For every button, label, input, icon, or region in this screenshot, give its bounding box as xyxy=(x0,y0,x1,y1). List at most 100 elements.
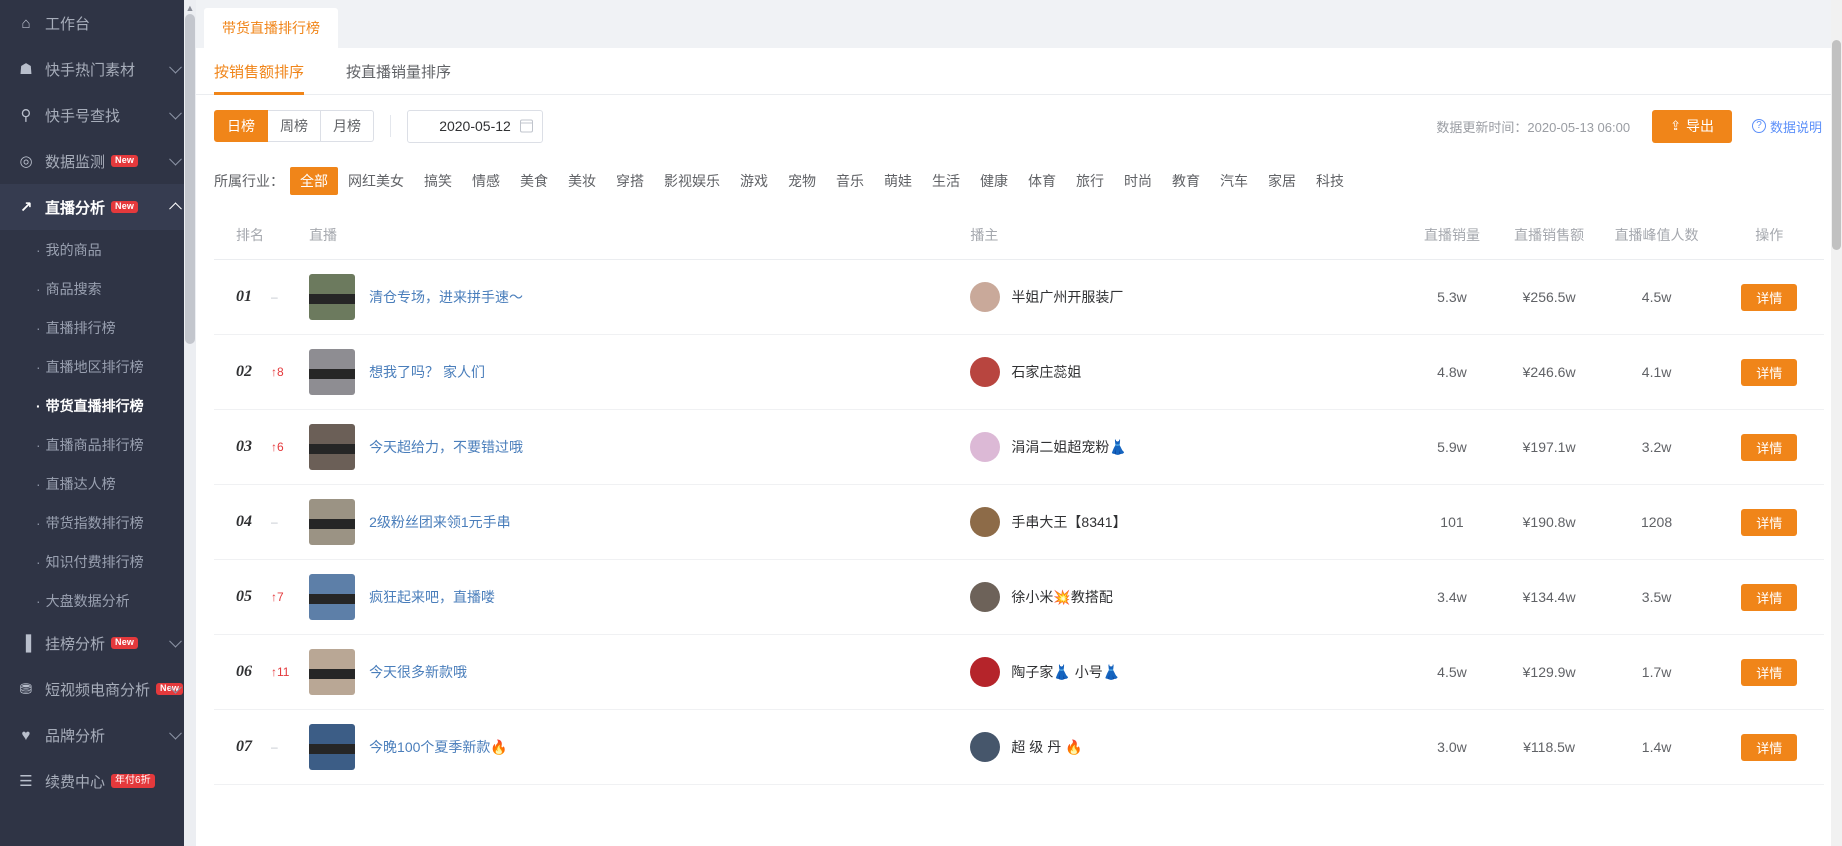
industry-item-6[interactable]: 穿搭 xyxy=(606,167,654,195)
live-thumbnail[interactable] xyxy=(309,724,356,770)
industry-item-7[interactable]: 影视娱乐 xyxy=(654,167,730,195)
live-title-link[interactable]: 疯狂起来吧，直播喽 xyxy=(369,587,495,607)
host-avatar[interactable] xyxy=(970,507,1001,537)
industry-item-16[interactable]: 时尚 xyxy=(1114,167,1162,195)
live-title-link[interactable]: 2级粉丝团来领1元手串 xyxy=(369,512,511,532)
sort-tab-1[interactable]: 按直播销量排序 xyxy=(346,48,451,95)
industry-item-4[interactable]: 美食 xyxy=(510,167,558,195)
period-button-0[interactable]: 日榜 xyxy=(214,110,268,142)
live-title-link[interactable]: 想我了吗？ 家人们 xyxy=(369,362,485,382)
col-header-live[interactable]: 直播 xyxy=(309,211,971,260)
sidebar-scrollbar[interactable]: ▲ xyxy=(184,0,196,846)
chevron-down-icon[interactable] xyxy=(169,60,182,74)
sidebar-group-0[interactable]: ⌂ 工作台 xyxy=(0,0,196,46)
host-name-link[interactable]: 徐小米💥教搭配 xyxy=(1011,587,1112,607)
live-title-link[interactable]: 今天很多新款哦 xyxy=(369,662,467,682)
host-avatar[interactable] xyxy=(970,432,1001,462)
sidebar-sub-item-8[interactable]: · 知识付费排行榜 xyxy=(0,542,196,581)
detail-button[interactable]: 详情 xyxy=(1741,508,1798,536)
live-title-link[interactable]: 今天超给力，不要错过哦 xyxy=(369,437,523,457)
sidebar-group-bottom-0[interactable]: ▐ 挂榜分析 New xyxy=(0,620,196,666)
host-avatar[interactable] xyxy=(970,582,1001,612)
date-picker[interactable]: 2020-05-12 xyxy=(407,109,543,143)
export-button[interactable]: ⇪ 导出 xyxy=(1652,109,1732,143)
live-thumbnail[interactable] xyxy=(309,649,356,695)
host-name-link[interactable]: 手串大王【8341】 xyxy=(1011,512,1126,532)
col-header-volume[interactable]: 直播销量 xyxy=(1404,211,1500,260)
sidebar-sub-item-1[interactable]: · 商品搜索 xyxy=(0,269,196,308)
sidebar-group-bottom-3[interactable]: ☰ 续费中心 年付6折 xyxy=(0,758,196,804)
live-thumbnail[interactable] xyxy=(309,349,356,395)
sidebar-group-1[interactable]: ☗ 快手热门素材 xyxy=(0,46,196,92)
sidebar-sub-item-6[interactable]: · 直播达人榜 xyxy=(0,464,196,503)
sidebar-scrollbar-thumb[interactable] xyxy=(185,14,195,344)
page-tab-dai-huo-ranking[interactable]: 带货直播排行榜 xyxy=(204,8,338,48)
industry-item-5[interactable]: 美妆 xyxy=(558,167,606,195)
period-button-2[interactable]: 月榜 xyxy=(321,110,374,142)
live-thumbnail[interactable] xyxy=(309,574,356,620)
host-avatar[interactable] xyxy=(970,657,1001,687)
industry-item-15[interactable]: 旅行 xyxy=(1066,167,1114,195)
industry-item-0[interactable]: 全部 xyxy=(290,167,338,195)
col-header-peak[interactable]: 直播峰值人数 xyxy=(1598,211,1715,260)
page-scrollbar[interactable] xyxy=(1831,0,1842,846)
chevron-down-icon[interactable] xyxy=(169,106,182,120)
sidebar-group-4[interactable]: ↗ 直播分析 New xyxy=(0,184,196,230)
sidebar-group-2[interactable]: ⚲ 快手号查找 xyxy=(0,92,196,138)
col-header-host[interactable]: 播主 xyxy=(970,211,1405,260)
sidebar-group-3[interactable]: ◎ 数据监测 New xyxy=(0,138,196,184)
sidebar-sub-item-7[interactable]: · 带货指数排行榜 xyxy=(0,503,196,542)
sidebar-sub-item-0[interactable]: · 我的商品 xyxy=(0,230,196,269)
host-avatar[interactable] xyxy=(970,732,1001,762)
host-name-link[interactable]: 陶子家👗 小号👗 xyxy=(1011,662,1120,682)
detail-button[interactable]: 详情 xyxy=(1741,283,1798,311)
live-title-link[interactable]: 清仓专场，进来拼手速～ xyxy=(369,287,523,307)
col-header-rank[interactable]: 排名 xyxy=(214,211,310,260)
detail-button[interactable]: 详情 xyxy=(1741,433,1798,461)
industry-item-1[interactable]: 网红美女 xyxy=(338,167,414,195)
host-name-link[interactable]: 超 级 丹 🔥 xyxy=(1011,737,1082,757)
industry-item-20[interactable]: 科技 xyxy=(1306,167,1354,195)
chevron-down-icon[interactable] xyxy=(169,726,182,740)
industry-item-2[interactable]: 搞笑 xyxy=(414,167,462,195)
sidebar-sub-item-3[interactable]: · 直播地区排行榜 xyxy=(0,347,196,386)
detail-button[interactable]: 详情 xyxy=(1741,658,1798,686)
host-name-link[interactable]: 涓涓二姐超宠粉👗 xyxy=(1011,437,1126,457)
page-scrollbar-thumb[interactable] xyxy=(1832,40,1841,250)
industry-item-14[interactable]: 体育 xyxy=(1018,167,1066,195)
host-name-link[interactable]: 石家庄蕊姐 xyxy=(1011,362,1081,382)
live-title-link[interactable]: 今晚100个夏季新款🔥 xyxy=(369,737,508,757)
detail-button[interactable]: 详情 xyxy=(1741,733,1798,761)
sidebar-sub-item-9[interactable]: · 大盘数据分析 xyxy=(0,581,196,620)
industry-item-11[interactable]: 萌娃 xyxy=(874,167,922,195)
sidebar-group-bottom-1[interactable]: ⛃ 短视频电商分析 New xyxy=(0,666,196,712)
industry-item-18[interactable]: 汽车 xyxy=(1210,167,1258,195)
chevron-down-icon[interactable] xyxy=(169,152,182,166)
industry-item-13[interactable]: 健康 xyxy=(970,167,1018,195)
chevron-up-icon[interactable] xyxy=(169,202,182,216)
host-name-link[interactable]: 半姐广州开服装厂 xyxy=(1011,287,1123,307)
industry-item-17[interactable]: 教育 xyxy=(1162,167,1210,195)
sidebar-sub-item-2[interactable]: · 直播排行榜 xyxy=(0,308,196,347)
sort-tab-0[interactable]: 按销售额排序 xyxy=(214,48,305,95)
sidebar-sub-item-4[interactable]: · 带货直播排行榜 xyxy=(0,386,196,425)
chevron-down-icon[interactable] xyxy=(169,634,182,648)
scroll-up-arrow[interactable]: ▲ xyxy=(185,2,195,14)
industry-item-9[interactable]: 宠物 xyxy=(778,167,826,195)
industry-item-19[interactable]: 家居 xyxy=(1258,167,1306,195)
live-thumbnail[interactable] xyxy=(309,424,356,470)
host-avatar[interactable] xyxy=(970,357,1001,387)
industry-item-3[interactable]: 情感 xyxy=(462,167,510,195)
col-header-amount[interactable]: 直播销售额 xyxy=(1499,211,1599,260)
live-thumbnail[interactable] xyxy=(309,499,356,545)
data-description-link[interactable]: ? 数据说明 xyxy=(1751,117,1822,136)
industry-item-10[interactable]: 音乐 xyxy=(826,167,874,195)
industry-item-12[interactable]: 生活 xyxy=(922,167,970,195)
detail-button[interactable]: 详情 xyxy=(1741,583,1798,611)
sidebar-group-bottom-2[interactable]: ♥ 品牌分析 xyxy=(0,712,196,758)
live-thumbnail[interactable] xyxy=(309,274,356,320)
industry-item-8[interactable]: 游戏 xyxy=(730,167,778,195)
sidebar-sub-item-5[interactable]: · 直播商品排行榜 xyxy=(0,425,196,464)
period-button-1[interactable]: 周榜 xyxy=(268,110,321,142)
host-avatar[interactable] xyxy=(970,282,1001,312)
